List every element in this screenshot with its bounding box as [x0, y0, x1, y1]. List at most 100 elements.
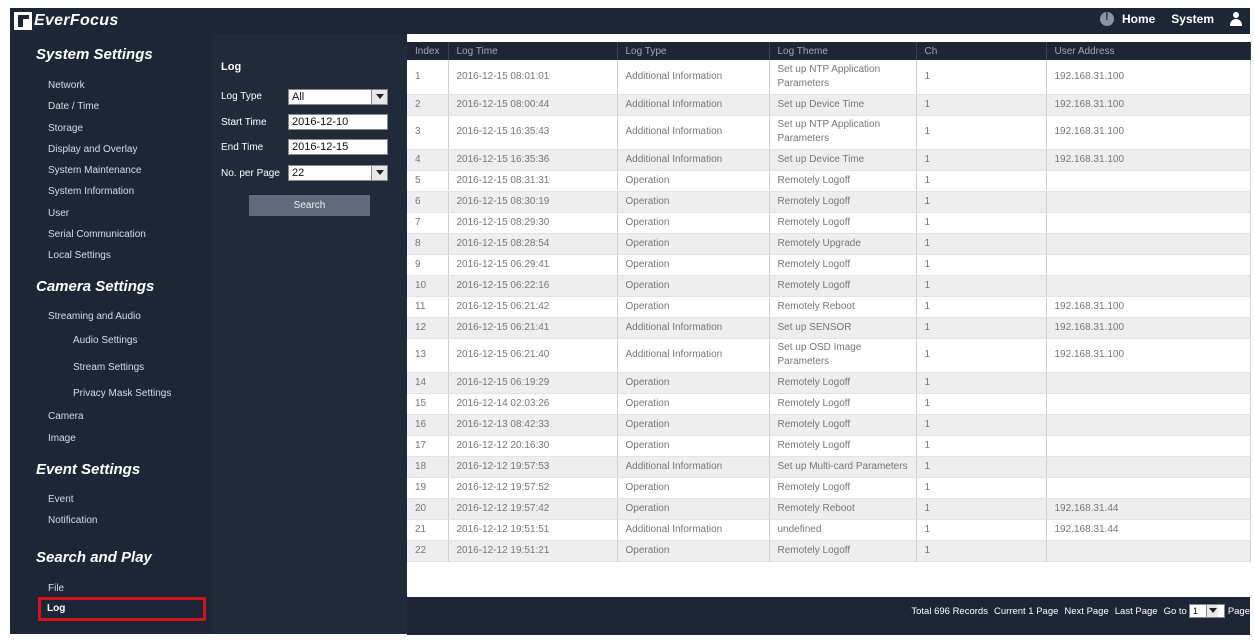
- user-icon[interactable]: [1230, 12, 1242, 26]
- cell-log-time: 2016-12-15 06:21:42: [448, 296, 618, 318]
- cell-user-address: [1046, 477, 1251, 499]
- column-header-log-time[interactable]: Log Time: [448, 42, 618, 60]
- table-row[interactable]: 18 2016-12-12 19:57:53 Additional Informat…: [407, 456, 1251, 478]
- per-page-select[interactable]: 22: [288, 165, 388, 181]
- sidebar-item-audio-settings[interactable]: Audio Settings: [73, 335, 138, 346]
- cell-index: 20: [407, 498, 449, 520]
- table-row[interactable]: 6 2016-12-15 08:30:19 Operation Remotely Lo…: [407, 191, 1251, 213]
- sidebar-item-serial-communication[interactable]: Serial Communication: [48, 229, 146, 240]
- cell-log-type: Operation: [617, 498, 770, 520]
- sidebar: System Settings Network Date / Time Stor…: [10, 34, 212, 634]
- sidebar-item-system-maintenance[interactable]: System Maintenance: [48, 165, 141, 176]
- sidebar-item-local-settings[interactable]: Local Settings: [48, 250, 111, 261]
- cell-ch: 1: [916, 296, 1047, 318]
- sidebar-item-network[interactable]: Network: [48, 80, 85, 91]
- sidebar-item-privacy-mask[interactable]: Privacy Mask Settings: [73, 388, 171, 399]
- cell-index: 13: [407, 338, 449, 373]
- chevron-down-icon: [1205, 605, 1218, 617]
- table-row[interactable]: 17 2016-12-12 20:16:30 Operation Remotely L…: [407, 435, 1251, 457]
- cell-index: 15: [407, 393, 449, 415]
- sidebar-item-storage[interactable]: Storage: [48, 123, 83, 134]
- sidebar-item-camera[interactable]: Camera: [48, 411, 84, 422]
- column-header-log-theme[interactable]: Log Theme: [769, 42, 917, 60]
- next-page-link[interactable]: Next Page: [1064, 606, 1108, 617]
- sidebar-item-system-information[interactable]: System Information: [48, 186, 134, 197]
- cell-log-theme: Set up NTP Application Parameters: [769, 60, 917, 95]
- cell-log-type: Operation: [617, 170, 770, 192]
- end-time-input[interactable]: 2016-12-15: [288, 139, 388, 155]
- column-header-user-address[interactable]: User Address: [1046, 42, 1251, 60]
- cell-index: 5: [407, 170, 449, 192]
- table-row[interactable]: 22 2016-12-12 19:51:21 Operation Remotely L…: [407, 540, 1251, 562]
- cell-ch: 1: [916, 540, 1047, 562]
- info-icon[interactable]: [1099, 11, 1114, 26]
- column-header-log-type[interactable]: Log Type: [617, 42, 770, 60]
- table-row[interactable]: 20 2016-12-12 19:57:42 Operation Remotely R…: [407, 498, 1251, 520]
- table-row[interactable]: 11 2016-12-15 06:21:42 Operation Remotely R…: [407, 296, 1251, 318]
- per-page-label: No. per Page: [221, 168, 280, 179]
- chevron-down-icon: [371, 90, 387, 104]
- sidebar-item-log[interactable]: Log: [38, 597, 206, 621]
- cell-index: 12: [407, 317, 449, 339]
- table-row[interactable]: 13 2016-12-15 06:21:40 Additional Informat…: [407, 338, 1251, 373]
- table-row[interactable]: 12 2016-12-15 06:21:41 Additional Informat…: [407, 317, 1251, 339]
- last-page-link[interactable]: Last Page: [1115, 606, 1158, 617]
- cell-log-type: Operation: [617, 212, 770, 234]
- cell-log-time: 2016-12-15 16:35:36: [448, 149, 618, 171]
- logo-mark-icon: [14, 12, 32, 30]
- table-row[interactable]: 16 2016-12-13 08:42:33 Operation Remotely L…: [407, 414, 1251, 436]
- sidebar-item-date-time[interactable]: Date / Time: [48, 101, 99, 112]
- sidebar-item-file[interactable]: File: [48, 583, 64, 594]
- column-header-ch[interactable]: Ch: [916, 42, 1047, 60]
- cell-log-theme: Set up Multi-card Parameters: [769, 456, 917, 478]
- sidebar-item-stream-settings[interactable]: Stream Settings: [73, 362, 144, 373]
- cell-log-type: Operation: [617, 540, 770, 562]
- search-button[interactable]: Search: [249, 195, 370, 216]
- cell-log-type: Operation: [617, 414, 770, 436]
- log-type-select[interactable]: All: [288, 89, 388, 105]
- start-time-input[interactable]: 2016-12-10: [288, 114, 388, 130]
- table-body: 1 2016-12-15 08:01:01 Additional Informati…: [407, 60, 1251, 562]
- table-row[interactable]: 10 2016-12-15 06:22:16 Operation Remotely L…: [407, 275, 1251, 297]
- sidebar-item-streaming-audio[interactable]: Streaming and Audio: [48, 311, 141, 322]
- column-header-index[interactable]: Index: [407, 42, 449, 60]
- sidebar-item-event[interactable]: Event: [48, 494, 74, 505]
- cell-ch: 1: [916, 372, 1047, 394]
- table-row[interactable]: 1 2016-12-15 08:01:01 Additional Informati…: [407, 60, 1251, 95]
- cell-log-type: Additional Information: [617, 115, 770, 150]
- cell-log-theme: Set up OSD Image Parameters: [769, 338, 917, 373]
- table-row[interactable]: 8 2016-12-15 08:28:54 Operation Remotely Up…: [407, 233, 1251, 255]
- table-row[interactable]: 9 2016-12-15 06:29:41 Operation Remotely Lo…: [407, 254, 1251, 276]
- cell-index: 3: [407, 115, 449, 150]
- everfocus-logo: EverFocus: [14, 11, 119, 31]
- cell-user-address: [1046, 254, 1251, 276]
- table-row[interactable]: 2 2016-12-15 08:00:44 Additional Informati…: [407, 94, 1251, 116]
- sidebar-item-image[interactable]: Image: [48, 433, 76, 444]
- cell-ch: 1: [916, 212, 1047, 234]
- table-row[interactable]: 3 2016-12-15 16:35:43 Additional Informati…: [407, 115, 1251, 150]
- table-row[interactable]: 19 2016-12-12 19:57:52 Operation Remotely L…: [407, 477, 1251, 499]
- table-row[interactable]: 21 2016-12-12 19:51:51 Additional Informat…: [407, 519, 1251, 541]
- table-row[interactable]: 15 2016-12-14 02:03:26 Operation Remotely L…: [407, 393, 1251, 415]
- end-time-label: End Time: [221, 142, 264, 153]
- cell-ch: 1: [916, 170, 1047, 192]
- cell-log-time: 2016-12-12 19:57:42: [448, 498, 618, 520]
- home-link[interactable]: Home: [1122, 12, 1155, 26]
- cell-log-type: Operation: [617, 393, 770, 415]
- system-link[interactable]: System: [1171, 12, 1214, 26]
- cell-log-theme: Remotely Logoff: [769, 540, 917, 562]
- table-header-row: Index Log Time Log Type Log Theme Ch Use…: [407, 42, 1251, 60]
- table-row[interactable]: 7 2016-12-15 08:29:30 Operation Remotely Lo…: [407, 212, 1251, 234]
- table-row[interactable]: 14 2016-12-15 06:19:29 Operation Remotely L…: [407, 372, 1251, 394]
- sidebar-item-user[interactable]: User: [48, 208, 69, 219]
- table-row[interactable]: 5 2016-12-15 08:31:31 Operation Remotely Lo…: [407, 170, 1251, 192]
- cell-user-address: 192.168.31.100: [1046, 338, 1251, 373]
- goto-page-select[interactable]: 1: [1188, 604, 1225, 618]
- sidebar-item-display-overlay[interactable]: Display and Overlay: [48, 144, 137, 155]
- section-system-settings: System Settings: [36, 46, 153, 63]
- table-row[interactable]: 4 2016-12-15 16:35:36 Additional Informati…: [407, 149, 1251, 171]
- cell-user-address: [1046, 393, 1251, 415]
- sidebar-item-notification[interactable]: Notification: [48, 515, 97, 526]
- log-filter-panel: Log Log Type All Start Time 2016-12-10 E…: [212, 34, 407, 634]
- cell-ch: 1: [916, 338, 1047, 373]
